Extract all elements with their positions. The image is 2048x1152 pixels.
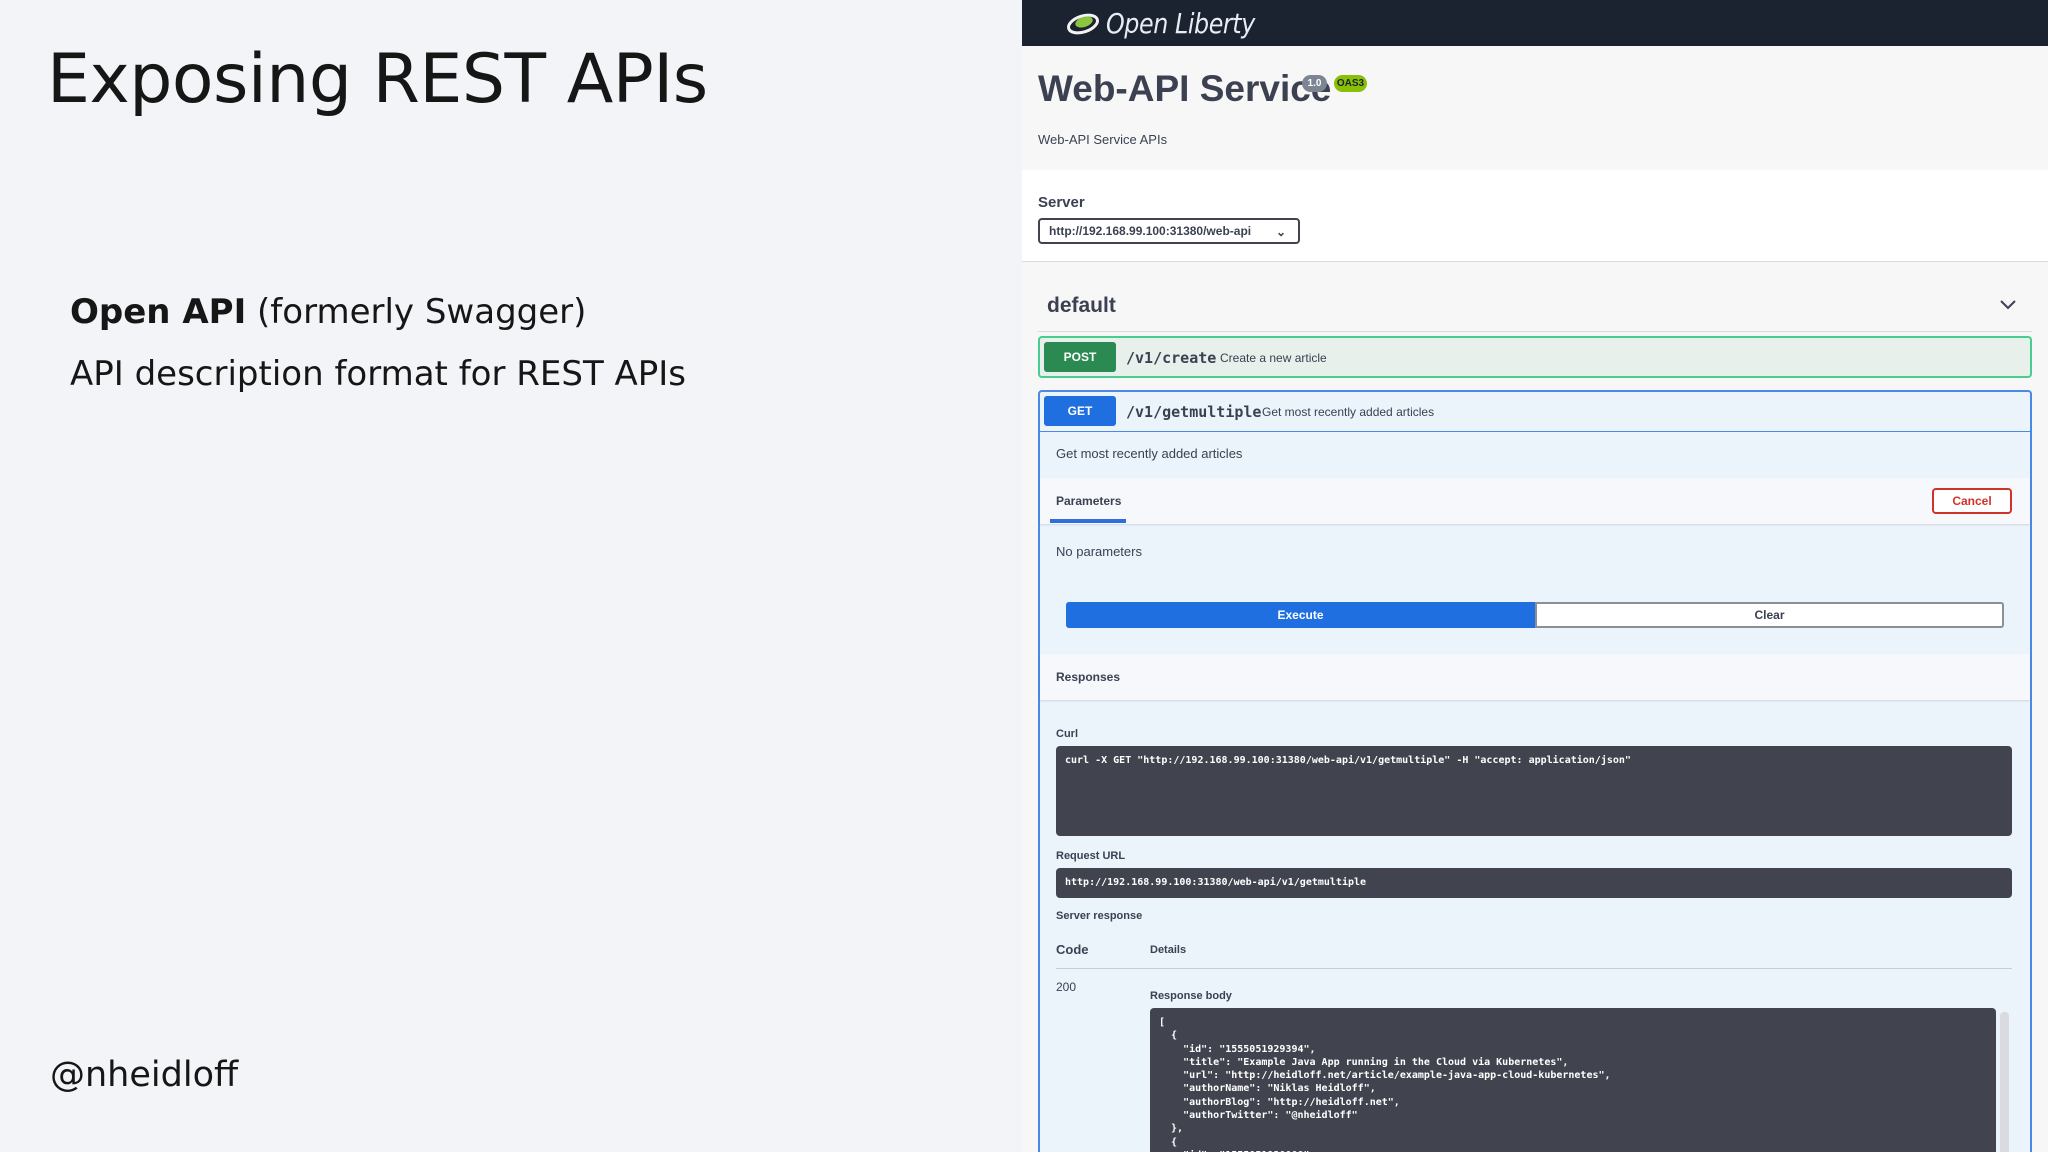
- tag-name: default: [1047, 294, 1116, 317]
- clear-button[interactable]: Clear: [1535, 602, 2004, 628]
- api-info: Web-API Service 1.0 OAS3 Web-API Service…: [1022, 46, 2048, 170]
- curl-label: Curl: [1056, 728, 1078, 740]
- tab-parameters[interactable]: Parameters: [1056, 494, 1121, 508]
- response-body-label: Response body: [1150, 990, 1232, 1002]
- response-code: 200: [1056, 980, 1077, 994]
- bullet-api-description: API description format for REST APIs: [70, 354, 687, 394]
- tab-active-indicator: [1050, 519, 1126, 523]
- operation-get-getmultiple: GET /v1/getmultiple Get most recently ad…: [1038, 390, 2032, 1152]
- response-body-scrollbar[interactable]: [2000, 1012, 2009, 1152]
- request-url: http://192.168.99.100:31380/web-api/v1/g…: [1056, 868, 2012, 898]
- execute-row: Execute Clear: [1066, 602, 2004, 628]
- parameters-bar: Parameters Cancel: [1040, 478, 2030, 524]
- api-title: Web-API Service: [1038, 68, 1332, 109]
- cancel-button[interactable]: Cancel: [1932, 488, 2012, 514]
- bullet-open-api: Open API (formerly Swagger): [70, 292, 586, 332]
- method-badge-get: GET: [1044, 396, 1116, 426]
- swagger-ui-screenshot: Open Liberty Web-API Service 1.0 OAS3 We…: [1022, 0, 2048, 1152]
- response-body: [ { "id": "1555051929394", "title": "Exa…: [1150, 1008, 1996, 1152]
- operations-section: default POST /v1/create Create a new art…: [1022, 262, 2048, 1152]
- server-select-value: http://192.168.99.100:31380/web-api: [1049, 224, 1252, 238]
- code-column-header: Code: [1056, 942, 1089, 957]
- responses-bar: Responses: [1040, 654, 2030, 700]
- request-url-label: Request URL: [1056, 850, 1126, 862]
- operation-summary: Create a new article: [1220, 351, 1327, 365]
- method-badge-post: POST: [1044, 342, 1116, 372]
- details-column-header: Details: [1150, 944, 1187, 956]
- no-parameters-text: No parameters: [1056, 544, 1142, 559]
- slide-title: Exposing REST APIs: [47, 40, 708, 119]
- server-response-label: Server response: [1056, 910, 1143, 922]
- divider: [1056, 968, 2012, 969]
- version-badge: 1.0: [1302, 75, 1327, 92]
- oas-badge: OAS3: [1334, 75, 1367, 92]
- bullet-open-api-rest: (formerly Swagger): [246, 292, 587, 332]
- operation-path: /v1/getmultiple: [1126, 403, 1262, 421]
- operation-get-header[interactable]: GET /v1/getmultiple Get most recently ad…: [1040, 392, 2030, 432]
- chevron-down-icon: ⌄: [1275, 225, 1286, 239]
- operation-description: Get most recently added articles: [1056, 446, 1243, 461]
- operation-path: /v1/create: [1126, 349, 1217, 367]
- api-description: Web-API Service APIs: [1038, 132, 1168, 147]
- responses-label: Responses: [1056, 670, 1121, 684]
- curl-command: curl -X GET "http://192.168.99.100:31380…: [1056, 746, 2012, 836]
- logo-text: Open Liberty: [1106, 6, 1255, 40]
- server-section: Server http://192.168.99.100:31380/web-a…: [1022, 170, 2048, 262]
- liberty-logo-icon: [1067, 13, 1099, 35]
- execute-button[interactable]: Execute: [1066, 602, 1535, 628]
- topbar: Open Liberty: [1022, 0, 2048, 46]
- tag-default-header[interactable]: default: [1038, 282, 2032, 332]
- server-label: Server: [1038, 194, 1085, 211]
- server-select[interactable]: http://192.168.99.100:31380/web-api ⌄: [1038, 218, 1300, 244]
- open-liberty-logo[interactable]: Open Liberty: [1066, 4, 1281, 42]
- bullet-open-api-bold: Open API: [70, 292, 247, 332]
- operation-post-create[interactable]: POST /v1/create Create a new article: [1038, 336, 2032, 378]
- operation-summary: Get most recently added articles: [1262, 405, 1435, 419]
- author-handle: @nheidloff: [50, 1055, 239, 1095]
- chevron-down-icon[interactable]: [1998, 294, 2018, 314]
